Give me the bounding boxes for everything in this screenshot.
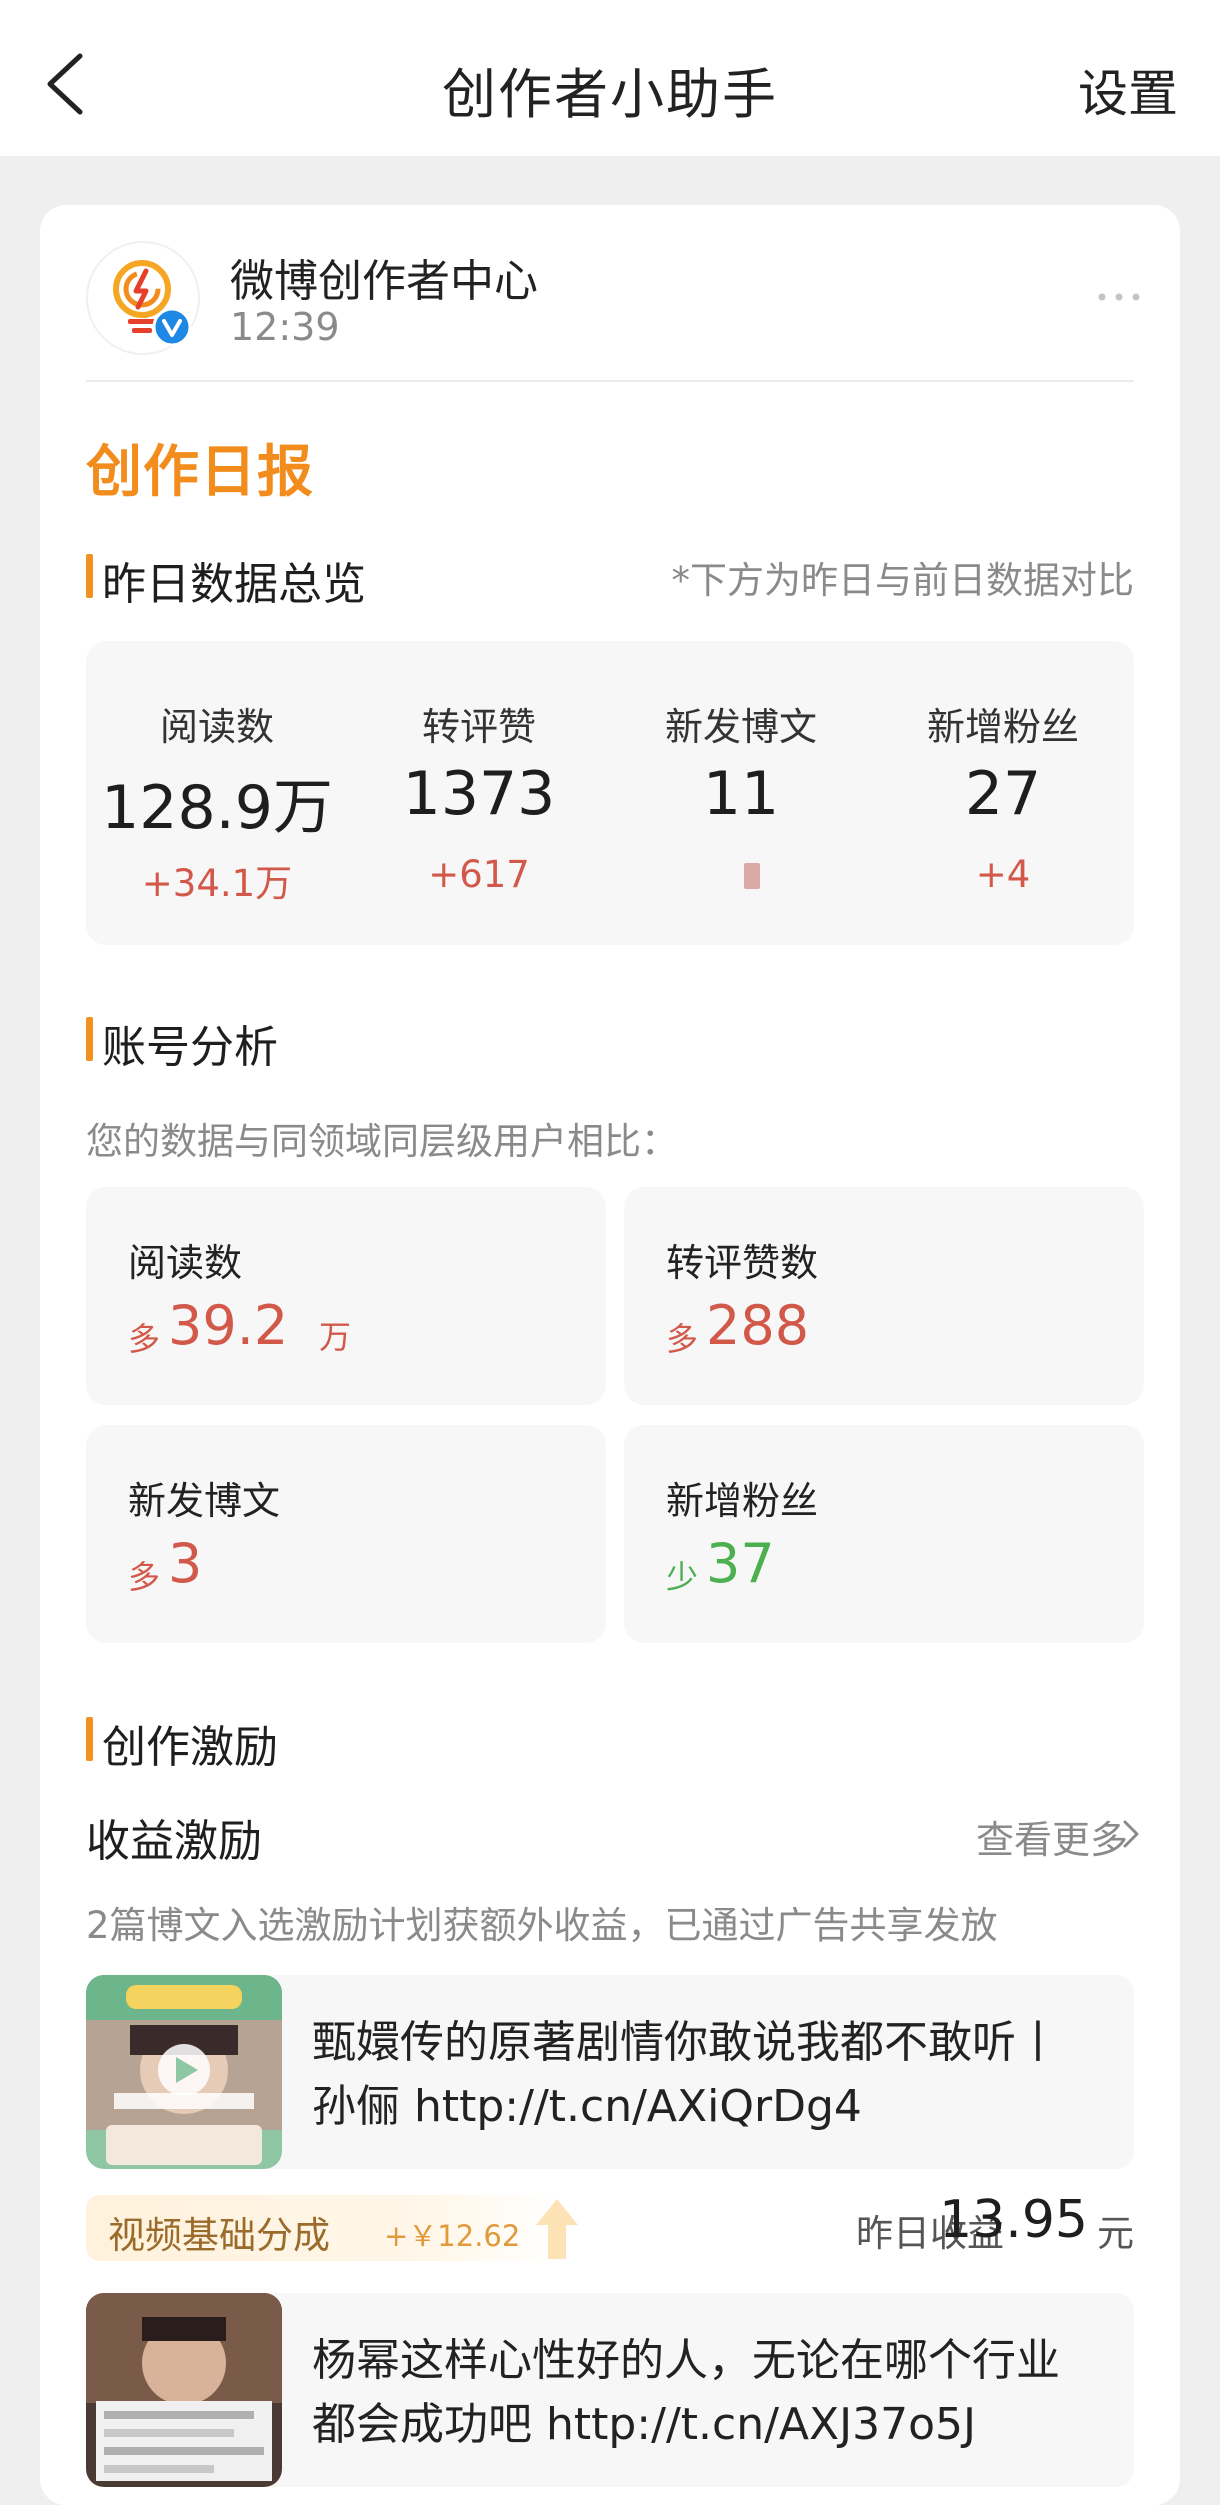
analysis-prefix: 少	[666, 1558, 699, 1596]
overview-note: *下方为昨日与前日数据对比	[671, 559, 1135, 602]
overview-stat-new-fans[interactable]: 新增粉丝 27 +4	[872, 641, 1134, 945]
analysis-box-new-fans[interactable]: 新增粉丝 少 37	[624, 1425, 1144, 1643]
arrow-up-icon	[536, 2199, 578, 2259]
analysis-title: 账号分析	[102, 1022, 278, 1073]
more-dots-icon	[1098, 293, 1140, 301]
overview-stat-new-posts[interactable]: 新发博文 11	[610, 641, 872, 945]
stat-delta: +617	[428, 853, 530, 896]
daily-report-card: 微博创作者中心 12:39 创作日报 昨日数据总览 *下方为昨日与前日数据对比 …	[40, 205, 1180, 2505]
message-time: 12:39	[230, 305, 340, 349]
more-options-button[interactable]	[1094, 287, 1144, 307]
stat-value: 11	[702, 759, 780, 829]
video-thumbnail-image	[86, 1975, 282, 2169]
analysis-prefix: 多	[128, 1558, 161, 1596]
post-title: 杨幂这样心性好的人，无论在哪个行业 都会成功吧 http://t.cn/AXJ3…	[312, 2329, 1114, 2457]
chevron-right-icon	[1123, 1820, 1139, 1848]
page-title: 创作者小助手	[442, 63, 778, 126]
overview-stat-reads[interactable]: 阅读数 128.9万 +34.1万	[86, 641, 348, 945]
analysis-unit: 万	[319, 1318, 352, 1356]
incentive-post-item[interactable]: 甄嬛传的原著剧情你敢说我都不敢听丨 孙俪 http://t.cn/AXiQrDg…	[86, 1975, 1134, 2169]
analysis-box-reads[interactable]: 阅读数 多 39.2 万	[86, 1187, 606, 1405]
analysis-subtitle: 您的数据与同领域同层级用户相比：	[86, 1120, 678, 1163]
income-description: 2篇博文入选激励计划获额外收益，已通过广告共享发放	[86, 1904, 998, 1947]
post-title-line: 甄嬛传的原著剧情你敢说我都不敢听丨	[312, 2017, 1060, 2068]
yesterday-earnings-value: 13.95	[939, 2190, 1088, 2250]
stat-value: 128.9万	[101, 773, 333, 843]
analysis-label: 转评赞数	[666, 1241, 819, 1285]
analysis-label: 新增粉丝	[666, 1479, 819, 1523]
stat-value: 27	[964, 759, 1042, 829]
analysis-value: 3	[168, 1532, 203, 1595]
analysis-value: 288	[706, 1294, 810, 1357]
section-accent-bar	[86, 1717, 93, 1761]
analysis-prefix: 多	[128, 1320, 161, 1358]
overview-title: 昨日数据总览	[102, 559, 366, 610]
stat-label: 新增粉丝	[926, 705, 1079, 749]
earning-source-label: 视频基础分成	[108, 2214, 330, 2257]
analysis-value: 39.2	[168, 1294, 289, 1357]
stat-value: 1373	[402, 759, 556, 829]
stat-label: 阅读数	[159, 705, 274, 749]
post-title-line: 都会成功吧 http://t.cn/AXJ37o5J	[312, 2399, 977, 2450]
report-title: 创作日报	[86, 440, 314, 505]
section-accent-bar	[86, 1017, 93, 1061]
no-change-indicator	[744, 863, 760, 889]
post-title-line: 孙俪 http://t.cn/AXiQrDg4	[312, 2081, 862, 2132]
analysis-box-engagement[interactable]: 转评赞数 多 288	[624, 1187, 1144, 1405]
analysis-box-new-posts[interactable]: 新发博文 多 3	[86, 1425, 606, 1643]
stat-label: 新发博文	[664, 705, 817, 749]
post-thumbnail	[86, 1975, 282, 2169]
analysis-prefix: 多	[666, 1320, 699, 1358]
yesterday-earnings-unit: 元	[1097, 2212, 1134, 2255]
video-thumbnail-image	[86, 2293, 282, 2487]
see-more-link[interactable]: 查看更多	[976, 1809, 1128, 1864]
stat-label: 转评赞	[421, 705, 536, 749]
analysis-label: 新发博文	[128, 1479, 281, 1523]
top-nav-bar: 创作者小助手 设置	[0, 0, 1220, 156]
earning-source-tag[interactable]: 视频基础分成 +￥12.62	[86, 2195, 578, 2261]
section-accent-bar	[86, 554, 93, 598]
analysis-label: 阅读数	[128, 1241, 243, 1285]
divider	[86, 380, 1134, 382]
income-incentive-title: 收益激励	[86, 1816, 262, 1867]
post-title-line: 杨幂这样心性好的人，无论在哪个行业	[312, 2335, 1060, 2386]
stat-delta: +34.1万	[141, 862, 293, 905]
overview-panel: 阅读数 128.9万 +34.1万 转评赞 1373 +617 新发博文 11 …	[86, 641, 1134, 945]
verified-badge-icon	[152, 307, 192, 347]
stat-delta: +4	[975, 853, 1031, 896]
post-thumbnail	[86, 2293, 282, 2487]
sender-name[interactable]: 微博创作者中心	[230, 245, 538, 309]
incentive-title: 创作激励	[102, 1722, 278, 1773]
post-title: 甄嬛传的原著剧情你敢说我都不敢听丨 孙俪 http://t.cn/AXiQrDg…	[312, 2011, 1114, 2139]
overview-stat-engagement[interactable]: 转评赞 1373 +617	[348, 641, 610, 945]
analysis-value: 37	[706, 1532, 775, 1595]
earning-source-amount: +￥12.62	[384, 2219, 521, 2253]
settings-button[interactable]: 设置	[1078, 54, 1178, 126]
incentive-post-item[interactable]: 杨幂这样心性好的人，无论在哪个行业 都会成功吧 http://t.cn/AXJ3…	[86, 2293, 1134, 2487]
